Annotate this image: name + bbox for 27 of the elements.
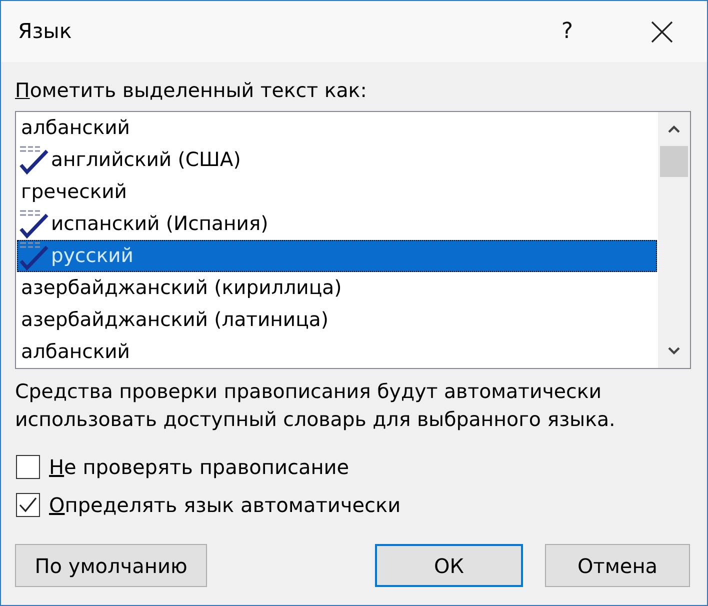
language-list-item[interactable]: албанский (17, 112, 657, 144)
language-list[interactable]: албанский английский (США) греческий испанский (Испания) русский азербайджанский (кириллица) азербайджанский (латиница) албанский (15, 111, 691, 369)
dialog-button[interactable]: ОК (375, 544, 523, 587)
language-list-item[interactable]: азербайджанский (кириллица) (17, 272, 657, 304)
close-icon (651, 20, 673, 42)
language-list-item[interactable]: английский (США) (17, 144, 657, 176)
chevron-down-icon[interactable] (667, 346, 681, 356)
description-text: Средства проверки правописания будут автоматически использовать доступный словарь для выбранного языка. (15, 379, 616, 433)
checkbox[interactable] (16, 455, 40, 479)
dialog-button[interactable]: Отмена (545, 544, 690, 587)
checkbox-label[interactable]: Не проверять правописание (49, 452, 350, 482)
help-button[interactable]: ? (557, 18, 577, 46)
checkbox-label[interactable]: Определять язык автоматически (49, 490, 401, 520)
window-title: Язык (18, 18, 72, 46)
language-list-item[interactable]: русский (17, 240, 657, 272)
close-button[interactable] (651, 20, 673, 42)
checkmark-icon (18, 495, 38, 515)
language-list-item[interactable]: испанский (Испания) (17, 208, 657, 240)
language-list-item[interactable]: греческий (17, 176, 657, 208)
scrollbar[interactable] (658, 112, 690, 368)
checkbox[interactable] (16, 493, 40, 517)
language-list-item[interactable]: албанский (17, 336, 657, 368)
language-list-item[interactable]: азербайджанский (латиница) (17, 304, 657, 336)
scrollbar-thumb[interactable] (660, 146, 688, 177)
list-label: Пометить выделенный текст как: (15, 79, 367, 103)
chevron-up-icon[interactable] (667, 124, 681, 134)
dialog-button[interactable]: По умолчанию (15, 544, 207, 587)
